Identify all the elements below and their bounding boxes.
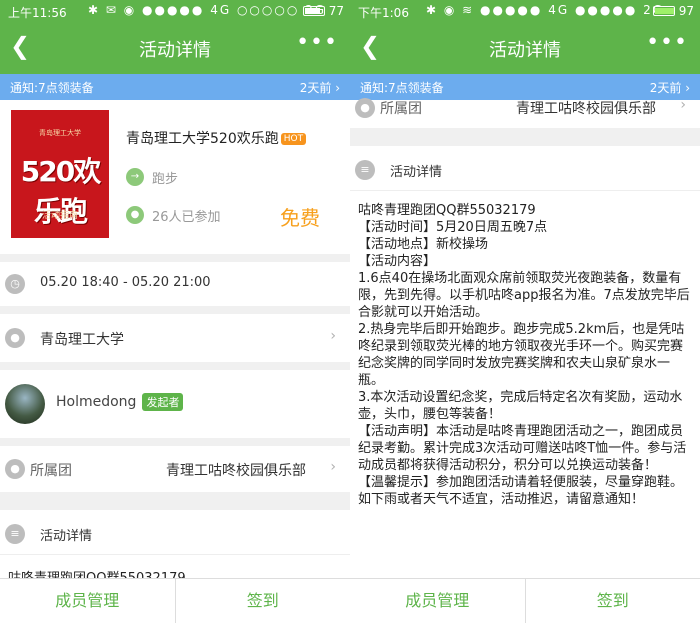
battery-icon (652, 6, 675, 16)
more-dots-icon[interactable]: ••• (646, 30, 688, 55)
location-row[interactable]: ● 青岛理工大学 › (0, 314, 350, 362)
chevron-right-icon: › (330, 459, 336, 475)
battery-icon (302, 6, 325, 16)
activity-name-row: 青岛理工大学520欢乐跑 HOT (126, 128, 307, 148)
status-bar: 下午1:06 ✱ ◉ ≋ ●●●●● 4G ●●●●● 2G 97 (350, 0, 700, 22)
details-line: 【活动时间】5月20日周五晚7点 (358, 220, 548, 235)
notice-time: 2天前 › (299, 81, 340, 95)
time-range: 05.20 18:40 - 05.20 21:00 (40, 275, 211, 290)
activity-type: 跑步 (152, 172, 179, 187)
poster-top-text: 青岛理工大学 (39, 129, 81, 137)
person-icon: ● (126, 206, 144, 224)
activity-name: 青岛理工大学520欢乐跑 (126, 131, 279, 147)
location-pin-icon: ● (5, 328, 25, 348)
notice-time: 2天前 › (649, 81, 690, 95)
more-dots-icon[interactable]: ••• (296, 30, 338, 55)
activity-poster: 青岛理工大学 520欢乐跑 活动指南 (11, 110, 109, 238)
battery-indicator: 97 (652, 4, 694, 18)
poster-bottom-text: 活动指南 (41, 211, 78, 221)
members-button[interactable]: 成员管理 (0, 579, 176, 623)
status-time: 下午1:06 (358, 6, 409, 20)
details-line: 【活动声明】本活动是咕咚青理跑团活动之一，跑团成员纪录考勤。累计完成3次活动可赠… (358, 424, 687, 473)
battery-indicator: 77 (302, 4, 344, 18)
organizer-name: Holmedong (56, 394, 137, 410)
organizer-badge: 发起者 (142, 393, 184, 411)
organizer-info: Holmedong 发起者 (56, 393, 184, 411)
running-icon: → (126, 168, 144, 186)
details-line: 【活动地点】新校操场 (358, 237, 489, 252)
notice-bar[interactable]: 通知:7点领装备 2天前 › (350, 74, 700, 100)
status-signal-icons: ✱ ✉ ◉ ●●●●● 4G ○○○○○ 2G (88, 3, 327, 17)
status-bar: 上午11:56 ✱ ✉ ◉ ●●●●● 4G ○○○○○ 2G 77 (0, 0, 350, 22)
hot-badge: HOT (280, 133, 307, 145)
activity-card: 青岛理工大学 520欢乐跑 活动指南 青岛理工大学520欢乐跑 HOT → 跑步 … (0, 100, 350, 254)
details-line: 2.热身完毕后即开始跑步。跑步完成5.2km后，也是凭咕咚纪录到领取荧光棒的地方… (358, 322, 685, 388)
battery-level: 77 (328, 4, 344, 18)
details-line: 【活动内容】 (358, 254, 437, 269)
time-row: ◷ 05.20 18:40 - 05.20 21:00 (0, 262, 350, 306)
details-line: 3.本次活动设置纪念奖，完成后特定名次有奖励，运动水壶，头巾，腰包等装备！ (358, 390, 683, 422)
left-screen: 上午11:56 ✱ ✉ ◉ ●●●●● 4G ○○○○○ 2G 77 ❮ 活动详… (0, 0, 350, 623)
club-row[interactable]: ● 所属团 青理工咕咚校园俱乐部 › (350, 97, 700, 128)
members-button[interactable]: 成员管理 (350, 579, 526, 623)
participants-count: 26人已参加 (152, 210, 221, 225)
details-line: 咕咚青理跑团QQ群55032179 (358, 203, 536, 218)
right-screen: 下午1:06 ✱ ◉ ≋ ●●●●● 4G ●●●●● 2G 97 ❮ 活动详情… (350, 0, 700, 623)
details-header: 活动详情 (40, 529, 93, 544)
status-signal-icons: ✱ ◉ ≋ ●●●●● 4G ●●●●● 2G (426, 3, 665, 17)
document-icon: ≡ (5, 524, 25, 544)
details-line: 1.6点40在操场北面观众席前领取荧光夜跑装备，数量有限，先到先得。以手机咕咚a… (358, 271, 690, 320)
avatar[interactable] (5, 384, 45, 424)
nav-bar: ❮ 活动详情 ••• (350, 22, 700, 74)
chevron-right-icon: › (330, 328, 336, 344)
details-content: 咕咚青理跑团QQ群55032179 【活动时间】5月20日周五晚7点 【活动地点… (358, 202, 690, 508)
group-icon: ● (355, 98, 375, 118)
club-row[interactable]: ● 所属团 青理工咕咚校园俱乐部 › (0, 446, 350, 492)
notice-bar[interactable]: 通知:7点领装备 2天前 › (0, 74, 350, 100)
club-name: 青理工咕咚校园俱乐部 (516, 101, 656, 117)
details-header: 活动详情 (390, 165, 443, 180)
details-line: 【温馨提示】参加跑团活动请着轻便服装，尽量穿跑鞋。如下雨或者天气不适宜，活动推迟… (358, 475, 684, 507)
status-time: 上午11:56 (8, 6, 67, 20)
club-name: 青理工咕咚校园俱乐部 (166, 463, 306, 479)
chevron-right-icon: › (680, 97, 686, 113)
bottom-action-bar: 成员管理 签到 (0, 578, 350, 623)
organizer-row[interactable]: Holmedong 发起者 (0, 370, 350, 438)
group-icon: ● (5, 459, 25, 479)
location-name: 青岛理工大学 (40, 332, 124, 348)
notice-text: 通知:7点领装备 (360, 81, 444, 95)
battery-level: 97 (678, 4, 694, 18)
document-icon: ≡ (355, 160, 375, 180)
price-label: 免费 (280, 206, 320, 230)
bottom-action-bar: 成员管理 签到 (350, 578, 700, 623)
notice-text: 通知:7点领装备 (10, 81, 94, 95)
checkin-button[interactable]: 签到 (176, 579, 351, 623)
club-label: 所属团 (380, 101, 422, 117)
details-section: ≡ 活动详情 咕咚青理跑团QQ群55032179 【活动时间】5月20日周五晚7… (350, 146, 700, 578)
nav-bar: ❮ 活动详情 ••• (0, 22, 350, 74)
checkin-button[interactable]: 签到 (526, 579, 700, 623)
club-label: 所属团 (30, 463, 72, 479)
clock-icon: ◷ (5, 274, 25, 294)
